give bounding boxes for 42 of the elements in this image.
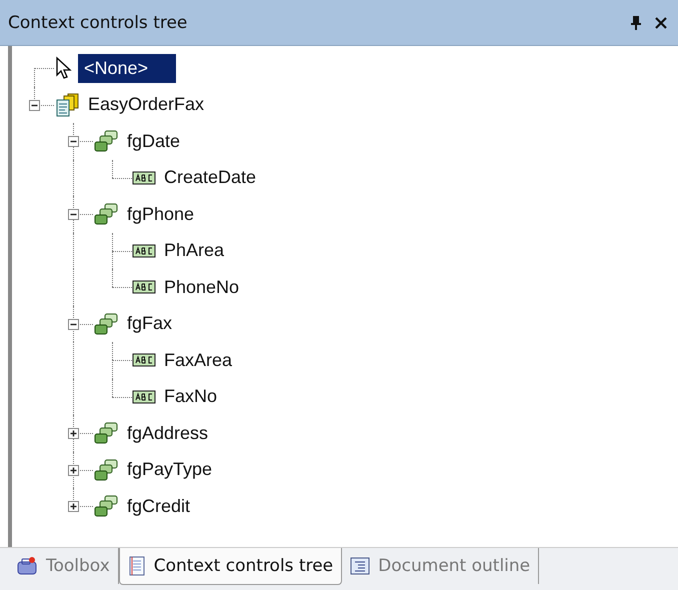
expander-button[interactable] (29, 100, 40, 111)
expander-button[interactable] (68, 428, 79, 440)
pointer-icon (54, 56, 74, 80)
stacked-windows-icon (93, 458, 119, 482)
tree-item[interactable]: fgPayType (123, 458, 216, 482)
text-field-icon (132, 279, 156, 296)
text-field-icon (132, 242, 156, 259)
panel-tab[interactable]: Toolbox (8, 548, 119, 584)
panel-title: Context controls tree (8, 12, 188, 32)
panel-tab[interactable]: Document outline (342, 548, 540, 584)
toolbox-icon (16, 556, 38, 576)
pin-icon[interactable] (630, 16, 642, 30)
tree-item[interactable]: fgAddress (123, 422, 212, 445)
close-icon[interactable] (654, 16, 668, 30)
tree-item[interactable]: <None> (78, 54, 176, 83)
panel-tab[interactable]: Context controls tree (118, 548, 342, 585)
text-field-icon (132, 388, 156, 405)
expander-button[interactable] (68, 501, 79, 512)
tree-item[interactable]: EasyOrderFax (84, 93, 208, 116)
tree-item[interactable]: fgCredit (123, 494, 194, 518)
tree-item[interactable]: fgFax (123, 312, 176, 336)
tree-item[interactable]: CreateDate (160, 166, 260, 190)
stacked-windows-icon (93, 312, 119, 336)
stacked-windows-icon (93, 421, 119, 446)
expander-button[interactable] (68, 464, 79, 476)
stacked-windows-icon (93, 202, 119, 226)
tree-item[interactable]: PhArea (160, 239, 228, 262)
expander-button[interactable] (68, 136, 79, 148)
tree-item[interactable]: PhoneNo (160, 276, 244, 299)
expander-button[interactable] (68, 318, 79, 330)
tree-item[interactable]: FaxNo (160, 385, 222, 408)
tree-item[interactable]: FaxArea (160, 348, 236, 372)
documents-icon (54, 92, 80, 118)
text-field-icon (132, 170, 156, 186)
stacked-windows-icon (93, 129, 119, 154)
tree-item[interactable]: fgPhone (123, 202, 198, 226)
text-field-icon (132, 352, 156, 368)
expander-button[interactable] (68, 209, 79, 220)
outline-icon (350, 556, 370, 576)
document-icon (128, 556, 146, 576)
tree-item[interactable]: fgDate (123, 130, 184, 153)
stacked-windows-icon (93, 494, 119, 518)
